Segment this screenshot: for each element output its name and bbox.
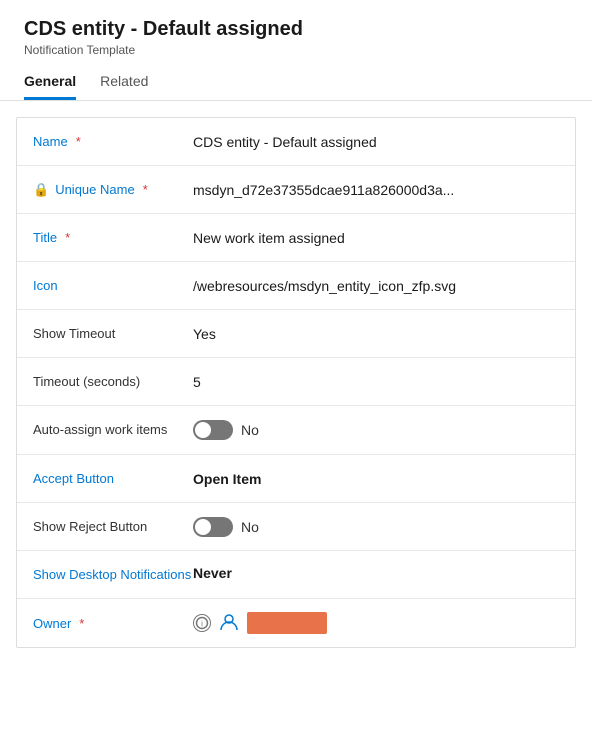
page-header: CDS entity - Default assigned Notificati… — [0, 0, 592, 101]
owner-row: i — [193, 612, 327, 635]
field-row-owner: Owner * i — [17, 599, 575, 647]
field-label-icon: Icon — [33, 278, 193, 293]
field-label-show-timeout: Show Timeout — [33, 326, 193, 341]
field-label-accept-button: Accept Button — [33, 471, 193, 486]
owner-info-icon: i — [193, 614, 211, 632]
form-card: Name * CDS entity - Default assigned 🔒 U… — [16, 117, 576, 648]
field-label-timeout-seconds: Timeout (seconds) — [33, 374, 193, 389]
svg-text:i: i — [201, 620, 203, 629]
field-value-icon: /webresources/msdyn_entity_icon_zfp.svg — [193, 278, 513, 294]
field-value-show-desktop: Never — [193, 565, 559, 581]
field-row-show-reject: Show Reject Button No — [17, 503, 575, 551]
field-label-unique-name: 🔒 Unique Name * — [33, 182, 193, 198]
field-value-timeout-seconds: 5 — [193, 374, 559, 390]
content-area: Name * CDS entity - Default assigned 🔒 U… — [0, 117, 592, 648]
field-label-show-reject: Show Reject Button — [33, 519, 193, 534]
field-label-auto-assign: Auto-assign work items — [33, 420, 193, 437]
page-subtitle: Notification Template — [24, 43, 568, 57]
toggle-auto-assign-container: No — [193, 420, 259, 440]
field-row-timeout-seconds: Timeout (seconds) 5 — [17, 358, 575, 406]
field-row-title: Title * New work item assigned — [17, 214, 575, 262]
toggle-show-reject-container: No — [193, 517, 259, 537]
field-label-show-desktop: Show Desktop Notifications — [33, 565, 193, 582]
required-star: * — [79, 616, 84, 631]
field-row-unique-name: 🔒 Unique Name * msdyn_d72e37355dcae911a8… — [17, 166, 575, 214]
field-label-title: Title * — [33, 230, 193, 245]
tab-related[interactable]: Related — [100, 67, 148, 100]
required-star: * — [76, 134, 81, 149]
field-label-owner: Owner * — [33, 616, 193, 631]
tab-bar: General Related — [24, 67, 568, 100]
toggle-auto-assign[interactable] — [193, 420, 233, 440]
field-row-auto-assign: Auto-assign work items No — [17, 406, 575, 455]
field-value-accept-button: Open Item — [193, 471, 559, 487]
owner-person-icon — [219, 612, 239, 635]
field-row-icon: Icon /webresources/msdyn_entity_icon_zfp… — [17, 262, 575, 310]
field-value-title: New work item assigned — [193, 230, 559, 246]
toggle-show-reject-label: No — [241, 519, 259, 535]
toggle-auto-assign-label: No — [241, 422, 259, 438]
field-label-name: Name * — [33, 134, 193, 149]
field-value-unique-name: msdyn_d72e37355dcae911a826000d3a... — [193, 182, 513, 198]
tab-general[interactable]: General — [24, 67, 76, 100]
required-star: * — [143, 182, 148, 197]
field-value-show-timeout: Yes — [193, 326, 559, 342]
toggle-show-reject[interactable] — [193, 517, 233, 537]
field-row-accept-button: Accept Button Open Item — [17, 455, 575, 503]
field-row-name: Name * CDS entity - Default assigned — [17, 118, 575, 166]
required-star: * — [65, 230, 70, 245]
field-row-show-desktop: Show Desktop Notifications Never — [17, 551, 575, 599]
page-title: CDS entity - Default assigned — [24, 18, 568, 41]
field-row-show-timeout: Show Timeout Yes — [17, 310, 575, 358]
field-value-name: CDS entity - Default assigned — [193, 134, 559, 150]
owner-value-box[interactable] — [247, 612, 327, 634]
lock-icon: 🔒 — [33, 182, 49, 198]
